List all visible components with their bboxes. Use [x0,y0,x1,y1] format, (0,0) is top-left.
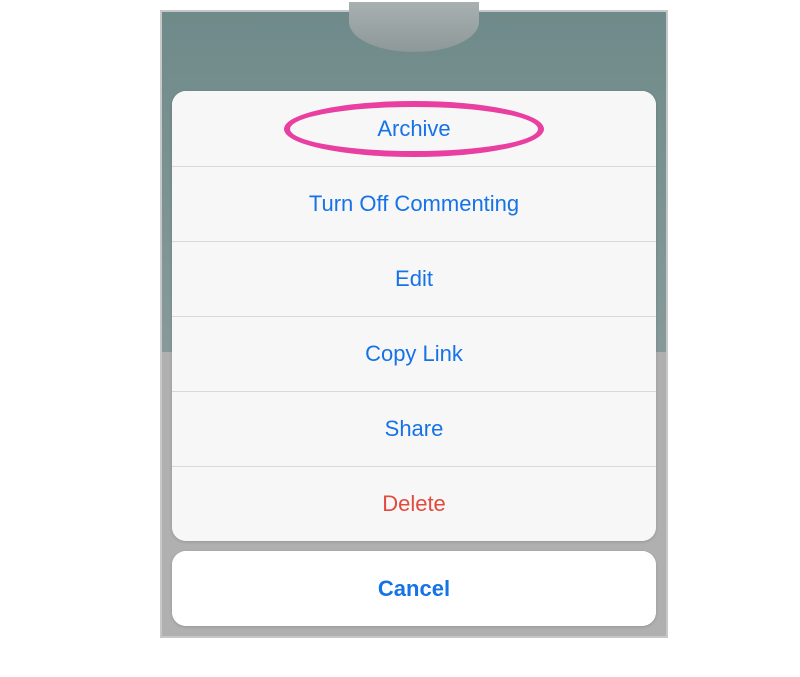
phone-frame: Archive Turn Off Commenting Edit Copy Li… [160,10,668,638]
delete-button[interactable]: Delete [172,466,656,541]
archive-label: Archive [377,116,450,142]
cancel-label: Cancel [378,576,450,602]
edit-label: Edit [395,266,433,292]
delete-label: Delete [382,491,446,517]
share-label: Share [385,416,444,442]
background-header-shape [349,2,479,52]
copy-link-label: Copy Link [365,341,463,367]
turn-off-commenting-button[interactable]: Turn Off Commenting [172,166,656,241]
share-button[interactable]: Share [172,391,656,466]
turn-off-commenting-label: Turn Off Commenting [309,191,519,217]
cancel-sheet: Cancel [172,551,656,626]
action-sheet-container: Archive Turn Off Commenting Edit Copy Li… [172,82,656,626]
edit-button[interactable]: Edit [172,241,656,316]
copy-link-button[interactable]: Copy Link [172,316,656,391]
archive-button[interactable]: Archive [172,91,656,166]
action-sheet: Archive Turn Off Commenting Edit Copy Li… [172,91,656,541]
cancel-button[interactable]: Cancel [172,551,656,626]
